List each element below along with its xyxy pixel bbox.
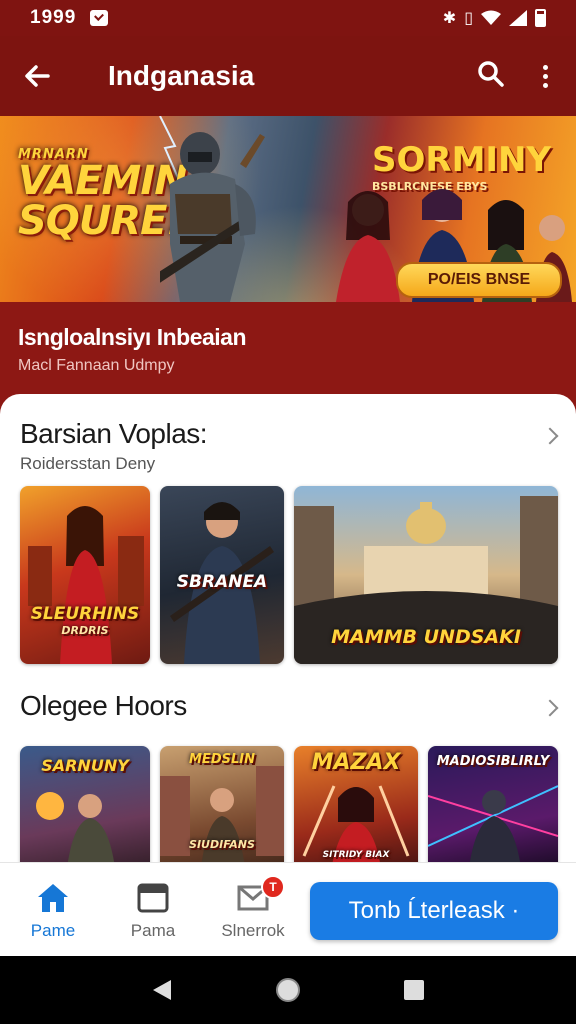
tile-title: MADIOSIBLIRLY bbox=[436, 754, 550, 769]
hero-soldier-figure bbox=[160, 132, 265, 302]
status-bar: 1999 ✱ ▯ bbox=[0, 0, 576, 36]
sub-header-caption: Macl Fannaan Udmpy bbox=[18, 357, 175, 374]
section-subtitle: Roidersstan Deny bbox=[20, 454, 156, 473]
home-icon bbox=[38, 884, 68, 912]
search-icon bbox=[478, 60, 504, 87]
section-title: Barsian Voplas: bbox=[20, 418, 208, 449]
game-tile[interactable]: MEDSLIN SIUDIFANS bbox=[160, 746, 284, 864]
game-tile[interactable]: MAZAX SITRIDY BIAX bbox=[294, 746, 418, 864]
tile-title: MAZAX bbox=[311, 750, 401, 775]
status-time: 1999 bbox=[30, 7, 77, 28]
bluetooth-icon: ✱ bbox=[442, 10, 457, 27]
status-icons: ✱ ▯ bbox=[443, 8, 546, 28]
nav-label: Slnerrok bbox=[221, 921, 285, 940]
tile-title: SBRANEA bbox=[176, 572, 268, 592]
sub-header-title: Isngloalnsiyı Inbeaian bbox=[18, 324, 247, 350]
game-tile[interactable]: SBRANEA bbox=[160, 486, 284, 664]
hero-game-logo-left: MRNARN VAEMIN SQURE! bbox=[18, 147, 188, 244]
tile-subtitle: DRDRIS bbox=[61, 624, 109, 637]
section-title: Olegee Hoors bbox=[20, 690, 187, 721]
more-vert-icon bbox=[543, 64, 548, 70]
game-tile[interactable]: MAMMB UNDSAKI bbox=[294, 486, 558, 664]
tile-subtitle: SITRIDY BIAX bbox=[322, 850, 390, 860]
tile-title: MAMMB UNDSAKI bbox=[331, 626, 521, 648]
home-circle-icon[interactable] bbox=[274, 976, 302, 1004]
notification-badge: T bbox=[261, 875, 285, 899]
window-icon bbox=[137, 883, 169, 913]
game-tile[interactable]: MADIOSIBLIRLY bbox=[428, 746, 558, 864]
recents-square-icon[interactable] bbox=[403, 979, 425, 1001]
hero-badge: PO/EIS BNSE bbox=[396, 262, 562, 298]
hero-banner[interactable]: MRNARN VAEMIN SQURE! SORMINY BSBLRCNESE … bbox=[0, 116, 576, 302]
more-options-button[interactable] bbox=[535, 61, 556, 92]
tile-subtitle: SIUDIFANS bbox=[189, 838, 255, 851]
nav-label: Pama bbox=[130, 921, 176, 940]
back-button[interactable] bbox=[20, 59, 54, 93]
tile-title: SARNUNY bbox=[41, 756, 129, 775]
search-button[interactable] bbox=[477, 60, 505, 93]
arrow-left-icon bbox=[25, 65, 50, 87]
notification-icon bbox=[90, 10, 109, 26]
section-header[interactable]: Olegee Hoors bbox=[20, 690, 559, 722]
tile-title: MEDSLIN bbox=[189, 752, 255, 767]
back-triangle-icon[interactable] bbox=[151, 978, 173, 1002]
game-tile[interactable]: SARNUNY bbox=[20, 746, 150, 864]
signal-icon bbox=[509, 10, 527, 26]
primary-action-button[interactable]: Tonb Ĺterleask · bbox=[310, 882, 558, 940]
chevron-right-icon[interactable] bbox=[541, 699, 559, 717]
nav-item-messages[interactable]: T Slnerrok bbox=[208, 875, 298, 941]
battery-icon bbox=[535, 9, 546, 27]
tile-art bbox=[28, 506, 144, 664]
nav-item-home[interactable]: Pame bbox=[8, 881, 98, 941]
chevron-right-icon[interactable] bbox=[541, 427, 559, 445]
wifi-icon bbox=[481, 10, 501, 25]
section-header[interactable]: Barsian Voplas: Roidersstan Deny bbox=[20, 418, 559, 474]
tile-title: SLEURHINS bbox=[30, 604, 140, 624]
app-bar: Indganasia bbox=[0, 36, 576, 116]
nav-item-pama[interactable]: Pama bbox=[108, 881, 198, 941]
content-panel: Barsian Voplas: Roidersstan Deny SLEURHI… bbox=[0, 394, 576, 864]
system-navigation-bar bbox=[0, 956, 576, 1024]
nav-label: Pame bbox=[30, 921, 76, 940]
game-tile[interactable]: SLEURHINS DRDRIS bbox=[20, 486, 150, 664]
app-title: Indganasia bbox=[108, 60, 255, 91]
vibrate-icon: ▯ bbox=[464, 10, 473, 27]
